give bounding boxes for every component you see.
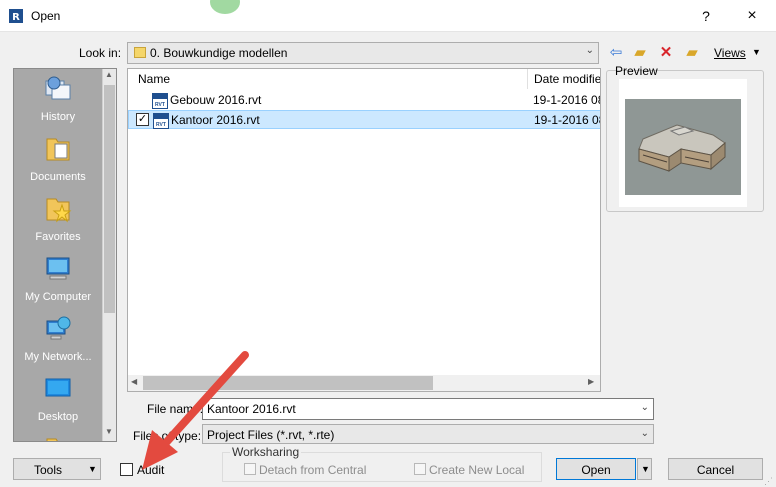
scroll-left-icon[interactable]: ◀ [131, 377, 137, 386]
file-list-hscrollbar[interactable]: ◀ ▶ [128, 375, 600, 391]
computer-icon [46, 257, 70, 280]
hscroll-thumb[interactable] [143, 376, 433, 390]
help-button[interactable]: ? [694, 6, 718, 26]
favorites-icon [46, 198, 72, 223]
history-icon [45, 76, 71, 100]
file-row-selected[interactable]: ✓ RVT Kantoor 2016.rvt 19-1-2016 08 [128, 110, 601, 129]
place-label: My Computer [24, 291, 92, 303]
views-label: Views [714, 46, 746, 60]
cancel-label: Cancel [696, 463, 735, 477]
cursor-highlight [210, 0, 240, 14]
cancel-button[interactable]: Cancel [668, 458, 763, 480]
back-icon[interactable]: ⇦ [607, 44, 625, 62]
building-preview-image [625, 99, 741, 195]
detach-from-central-checkbox [244, 463, 256, 475]
file-list[interactable]: Name ⌃ Date modifie RVT Gebouw 2016.rvt … [127, 68, 601, 392]
create-new-local-checkbox [414, 463, 426, 475]
place-my-computer[interactable]: My Computer [14, 255, 102, 313]
rvt-file-icon: RVT [153, 113, 169, 129]
column-header-name[interactable]: Name [138, 72, 170, 86]
file-date: 19-1-2016 08 [533, 93, 601, 107]
filename-label: File name: [147, 402, 204, 416]
place-label: Favorites [35, 231, 81, 243]
filetype-label: Files of type: [133, 429, 202, 443]
create-new-local-label: Create New Local [429, 463, 525, 477]
audit-checkbox[interactable] [120, 463, 133, 476]
open-button[interactable]: Open [556, 458, 636, 480]
svg-text:R: R [12, 12, 20, 23]
filetype-dropdown[interactable]: Project Files (*.rvt, *.rte) ⌄ [202, 424, 654, 444]
audit-label[interactable]: Audit [137, 463, 164, 477]
chevron-down-icon[interactable]: ⌄ [641, 402, 649, 413]
window-title: Open [31, 9, 61, 23]
desktop-icon [45, 378, 71, 397]
chevron-down-icon: ⌄ [585, 45, 594, 56]
row-checkbox[interactable]: ✓ [136, 113, 149, 126]
file-date: 19-1-2016 08 [534, 113, 601, 127]
rvt-file-icon: RVT [152, 93, 168, 109]
filename-field[interactable]: Kantoor 2016.rvt ⌄ [202, 398, 654, 420]
filename-value: Kantoor 2016.rvt [207, 402, 296, 416]
new-folder-icon[interactable]: ▰ [683, 44, 701, 62]
place-label: History [40, 111, 76, 123]
revit-app-icon: R [9, 9, 23, 23]
sort-ascending-icon: ⌃ [322, 68, 331, 75]
folder-icon [134, 47, 146, 58]
place-more[interactable] [14, 435, 102, 441]
place-documents[interactable]: Documents [14, 135, 102, 193]
file-name: Kantoor 2016.rvt [171, 113, 260, 127]
file-name: Gebouw 2016.rvt [170, 93, 262, 107]
place-desktop[interactable]: Desktop [14, 375, 102, 433]
places-bar: History Documents Favorites My Computer … [13, 68, 117, 442]
preview-label: Preview [615, 64, 658, 78]
open-options-button[interactable]: ▼ [637, 458, 652, 480]
lookin-dropdown[interactable]: 0. Bouwkundige modellen ⌄ [127, 42, 599, 64]
triangle-down-icon: ▼ [88, 464, 97, 474]
scroll-down-icon[interactable]: ▼ [105, 427, 113, 436]
tools-button[interactable]: Tools ▼ [13, 458, 101, 480]
documents-icon [46, 138, 70, 161]
place-my-network[interactable]: My Network... [14, 315, 102, 373]
lookin-value: 0. Bouwkundige modellen [150, 46, 288, 60]
lookin-label: Look in: [79, 46, 122, 60]
column-header-date[interactable]: Date modifie [534, 72, 600, 86]
place-label: Documents [30, 171, 86, 183]
resize-grip-icon[interactable]: ⋰ [764, 476, 773, 487]
scroll-right-icon[interactable]: ▶ [588, 377, 594, 386]
tools-label: Tools [34, 463, 63, 477]
places-scroll-thumb[interactable] [104, 85, 115, 313]
up-folder-icon[interactable]: ▰ [631, 44, 649, 62]
open-label: Open [581, 463, 611, 477]
place-history[interactable]: History [14, 75, 102, 133]
triangle-down-icon: ▼ [641, 464, 650, 474]
delete-icon[interactable]: ✕ [657, 44, 675, 62]
place-label: My Network... [24, 351, 92, 363]
folder-icon [46, 438, 58, 441]
close-button[interactable]: × [740, 6, 764, 26]
column-divider[interactable] [527, 69, 528, 89]
chevron-down-icon: ⌄ [640, 428, 649, 439]
triangle-down-icon: ▼ [752, 47, 761, 57]
filetype-value: Project Files (*.rvt, *.rte) [207, 428, 335, 442]
network-icon [46, 316, 71, 340]
title-bar: R Open ? × [0, 0, 776, 32]
place-label: Desktop [37, 411, 79, 423]
scroll-up-icon[interactable]: ▲ [105, 70, 113, 79]
place-favorites[interactable]: Favorites [14, 195, 102, 253]
file-row[interactable]: RVT Gebouw 2016.rvt 19-1-2016 08 [128, 91, 601, 110]
views-button[interactable]: Views ▼ [712, 45, 764, 63]
worksharing-label: Worksharing [230, 445, 302, 459]
detach-from-central-label: Detach from Central [259, 463, 367, 477]
